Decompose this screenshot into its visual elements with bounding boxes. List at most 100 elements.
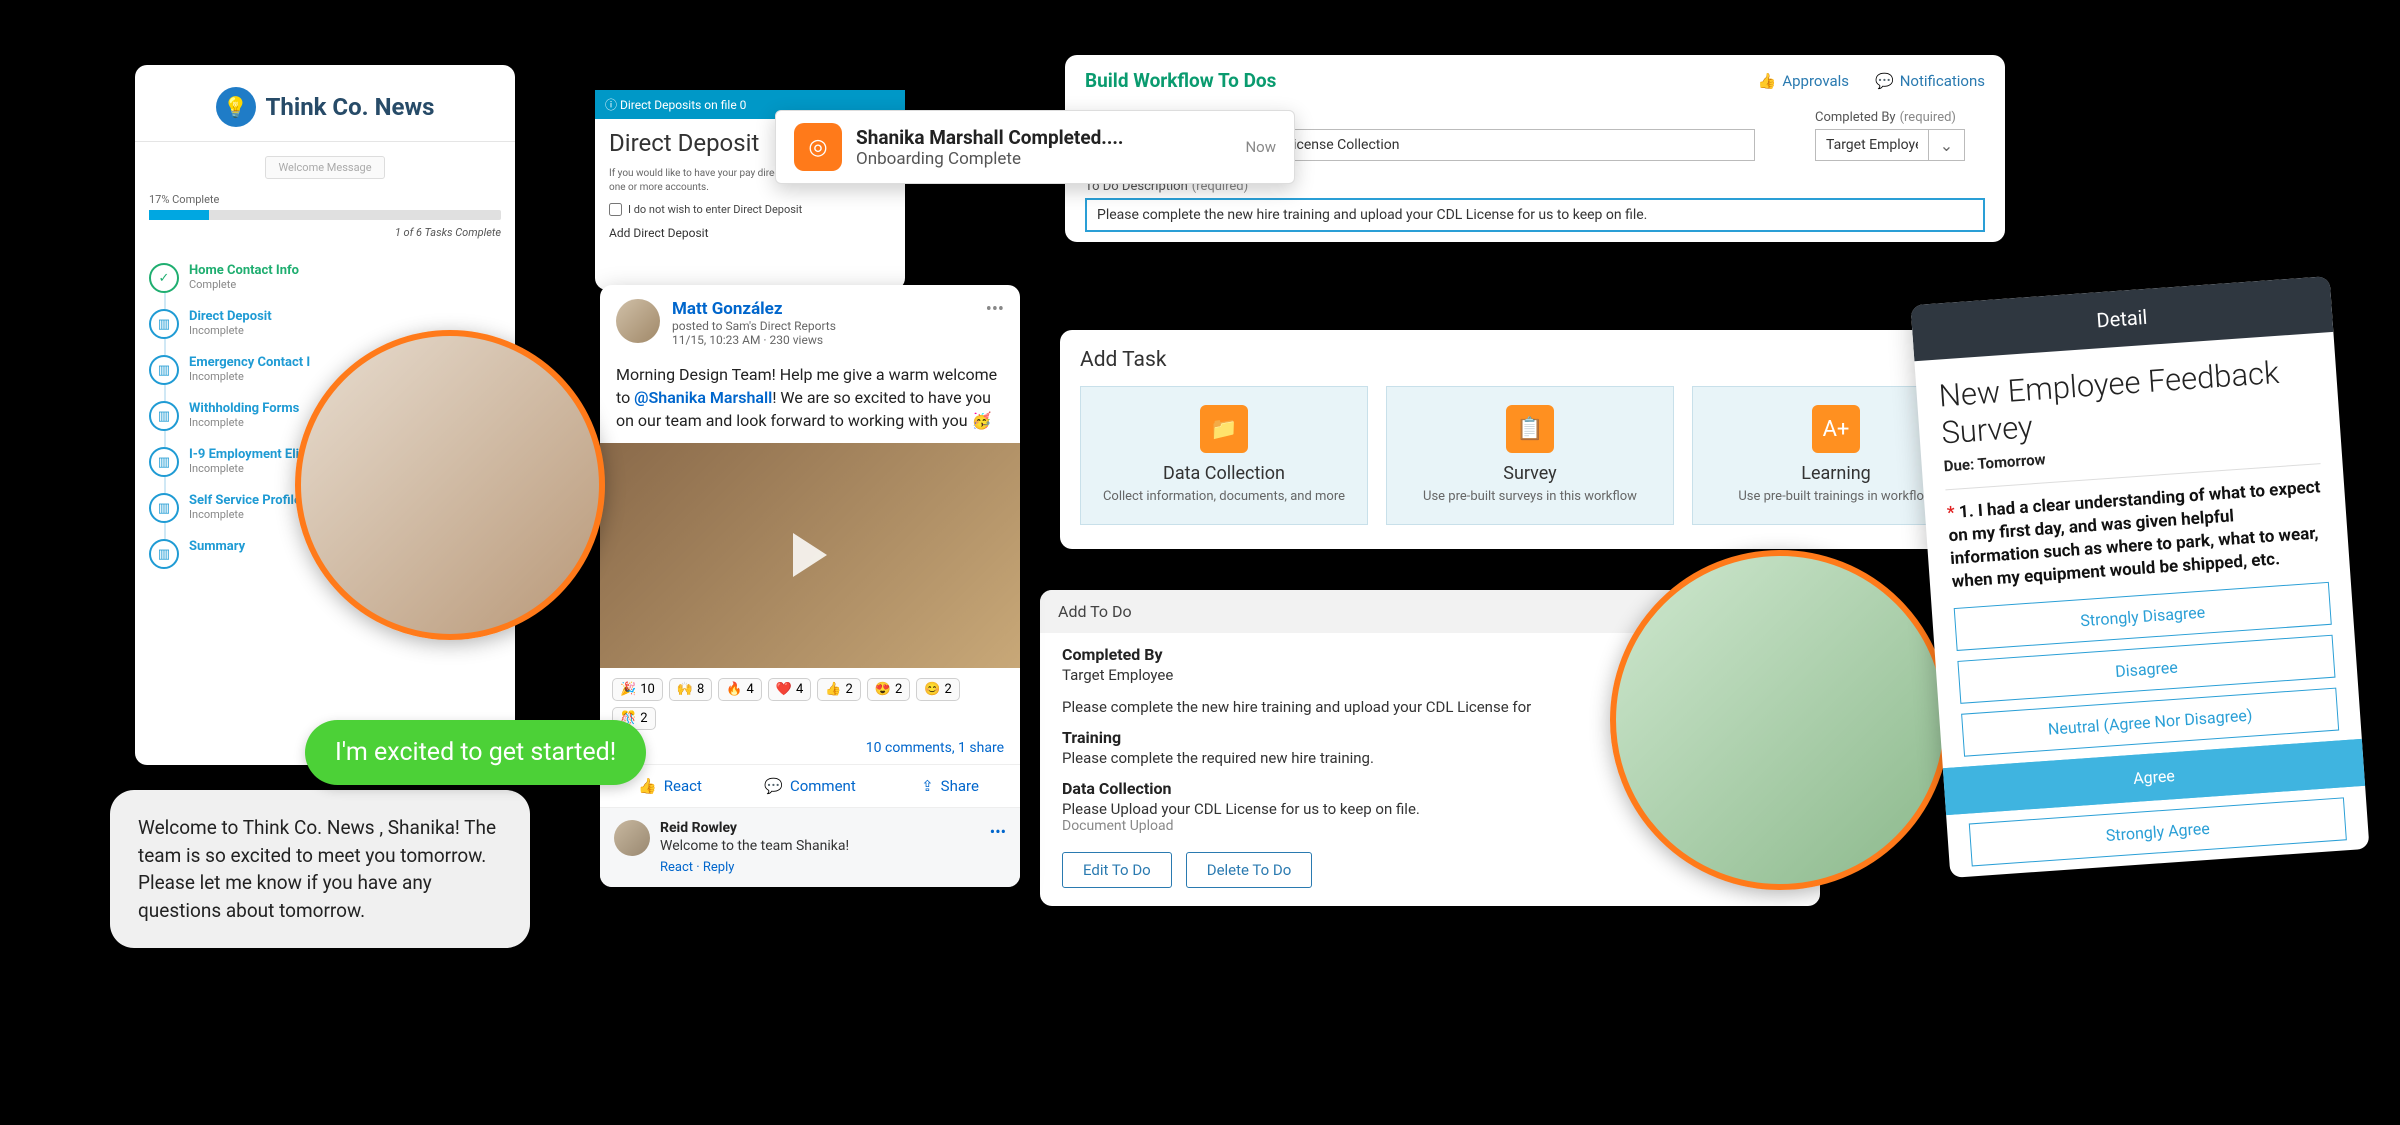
reaction-count: 2 [945,682,952,697]
tab-label: Notifications [1900,72,1985,90]
chat-bubble-welcome: Welcome to Think Co. News , Shanika! The… [110,790,530,948]
reply-author[interactable]: Reid Rowley [660,820,849,836]
reaction-chip[interactable]: 🔥4 [718,678,762,701]
employee-avatar-2 [1610,550,1950,890]
post-actions: 👍React 💬Comment ⇪Share [600,764,1020,807]
step-icon: ▥ [149,493,179,523]
todo-description-input[interactable] [1085,198,1985,232]
reaction-chip[interactable]: 🎉10 [612,678,663,701]
reaction-count: 8 [697,682,704,697]
checkbox-label: I do not wish to enter Direct Deposit [628,203,802,216]
step-title: Summary [189,539,245,554]
author-name[interactable]: Matt González [672,299,836,319]
reaction-chip[interactable]: ❤️4 [768,678,812,701]
comment-button[interactable]: 💬Comment [740,765,880,807]
tab-label: Approvals [1782,72,1849,90]
field-completed-by: Completed By (required) ⌄ [1795,102,1985,171]
reaction-chip[interactable]: 😊2 [916,678,960,701]
survey-options: Strongly DisagreeDisagreeNeutral (Agree … [1932,580,2369,868]
deposit-optout-checkbox[interactable]: I do not wish to enter Direct Deposit [595,203,905,226]
post-meta: Matt González posted to Sam's Direct Rep… [672,299,836,347]
post-header: Matt González posted to Sam's Direct Rep… [600,285,1020,353]
progress-bar-fill [149,210,209,220]
notification-toast[interactable]: ◎ Shanika Marshall Completed.... Onboard… [775,110,1295,184]
reaction-chip[interactable]: 👍2 [817,678,861,701]
reaction-emoji-icon: ❤️ [776,682,792,697]
toast-title: Shanika Marshall Completed.... [856,126,1123,149]
step-title: Self Service Profile [189,493,301,508]
welcome-message-button[interactable]: Welcome Message [265,156,385,179]
step-icon: ▥ [149,355,179,385]
feed-post-panel: Matt González posted to Sam's Direct Rep… [600,285,1020,887]
task-cards-row: 📁 Data Collection Collect information, d… [1080,386,1980,525]
reply-avatar[interactable] [614,820,650,856]
share-label: Share [941,777,979,795]
survey-mobile-panel: Detail New Employee Feedback Survey Due:… [1910,276,2369,878]
reaction-row: 🎉10🙌8🔥4❤️4👍2😍2😊2🎊2 [600,668,1020,740]
step-title: Withholding Forms [189,401,299,416]
step-title: Home Contact Info [189,263,299,278]
author-avatar[interactable] [616,299,660,343]
workflow-header: Build Workflow To Dos 👍Approvals 💬Notifi… [1065,55,2005,102]
reply-text: Welcome to the team Shanika! [660,836,849,854]
reaction-count: 2 [846,682,853,697]
delete-todo-button[interactable]: Delete To Do [1186,852,1313,888]
comments-count-link[interactable]: 10 comments, 1 share [600,740,1020,764]
step-icon: ▥ [149,447,179,477]
clipboard-icon: 📋 [1506,405,1554,453]
step-status: Complete [189,278,299,291]
chevron-down-icon[interactable]: ⌄ [1929,129,1965,161]
reaction-count: 10 [640,682,655,697]
share-button[interactable]: ⇪Share [880,765,1020,807]
app-icon: ◎ [794,123,842,171]
react-label: React [664,777,702,795]
reaction-emoji-icon: 😍 [875,682,891,697]
task-card[interactable]: 📁 Data Collection Collect information, d… [1080,386,1368,525]
step-icon: ▥ [149,401,179,431]
reply-more-icon[interactable]: ••• [990,822,1006,841]
post-mention[interactable]: @Shanika Marshall [634,388,772,407]
post-video-thumbnail[interactable] [600,443,1020,668]
reaction-count: 2 [895,682,902,697]
completed-by-select[interactable] [1815,129,1929,161]
step-text: Direct DepositIncomplete [189,309,272,339]
card-title: Data Collection [1093,463,1355,484]
required-tag: (required) [1900,110,1956,125]
employee-avatar-1 [295,330,605,640]
tab-approvals[interactable]: 👍 Approvals [1758,72,1849,90]
tab-notifications[interactable]: 💬Notifications [1875,72,1985,90]
reaction-chip[interactable]: 🙌8 [669,678,713,701]
step-status: Incomplete [189,370,310,383]
card-description: Collect information, documents, and more [1093,488,1355,506]
step-icon: ▥ [149,309,179,339]
step-title: Direct Deposit [189,309,272,324]
reaction-emoji-icon: 👍 [825,682,841,697]
step-text: Home Contact InfoComplete [189,263,299,293]
checklist-step[interactable]: ✓ Home Contact InfoComplete [149,255,501,301]
grade-icon: A+ [1812,405,1860,453]
checkbox-input[interactable] [609,203,622,216]
reaction-chip[interactable]: 😍2 [867,678,911,701]
step-text: Emergency Contact IIncomplete [189,355,310,385]
reply-actions[interactable]: React · Reply [660,854,849,875]
post-more-icon[interactable]: ••• [986,299,1004,320]
reply-body: Reid Rowley Welcome to the team Shanika!… [660,820,849,875]
play-icon [793,533,827,577]
post-target: posted to Sam's Direct Reports [672,319,836,333]
toast-text: Shanika Marshall Completed.... Onboardin… [856,126,1123,169]
step-status: Incomplete [189,416,299,429]
edit-todo-button[interactable]: Edit To Do [1062,852,1172,888]
step-status: Incomplete [189,324,272,337]
reaction-emoji-icon: 😊 [924,682,940,697]
task-card[interactable]: 📋 Survey Use pre-built surveys in this w… [1386,386,1674,525]
reaction-count: 2 [640,711,647,726]
reaction-count: 4 [747,682,754,697]
reaction-emoji-icon: 🔥 [726,682,742,697]
toast-time: Now [1245,138,1276,156]
workflow-tabs: 👍 Approvals 💬Notifications [1758,72,1985,90]
reaction-emoji-icon: 🙌 [677,682,693,697]
step-text: Self Service ProfileIncomplete [189,493,301,523]
tasks-caption: 1 of 6 Tasks Complete [135,220,515,245]
comment-icon: 💬 [764,777,783,795]
thumbs-up-icon: 👍 [1758,72,1777,90]
